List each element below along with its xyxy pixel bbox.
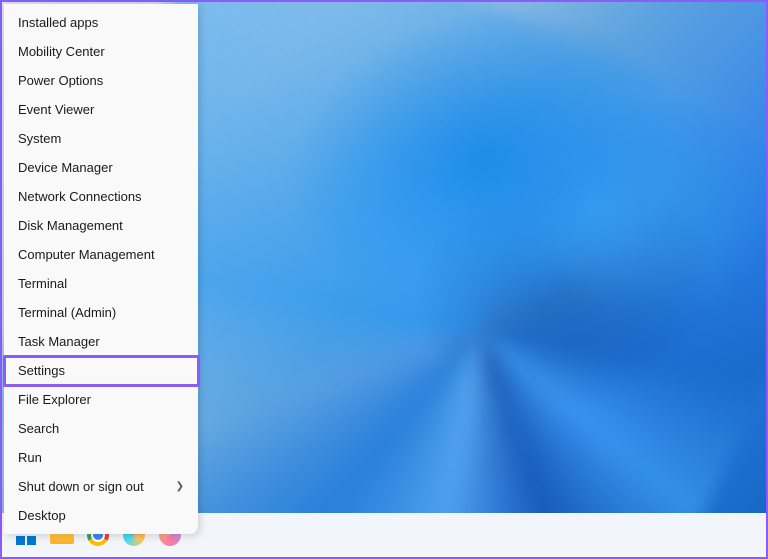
menu-item-file-explorer[interactable]: File Explorer: [4, 385, 198, 414]
menu-item-power-options[interactable]: Power Options: [4, 66, 198, 95]
menu-item-label: Run: [18, 450, 42, 465]
menu-item-event-viewer[interactable]: Event Viewer: [4, 95, 198, 124]
menu-item-label: File Explorer: [18, 392, 91, 407]
menu-item-computer-management[interactable]: Computer Management: [4, 240, 198, 269]
menu-item-label: Power Options: [18, 73, 103, 88]
menu-item-terminal[interactable]: Terminal: [4, 269, 198, 298]
menu-item-system[interactable]: System: [4, 124, 198, 153]
menu-item-mobility-center[interactable]: Mobility Center: [4, 37, 198, 66]
menu-item-terminal-admin[interactable]: Terminal (Admin): [4, 298, 198, 327]
menu-item-label: Computer Management: [18, 247, 155, 262]
menu-item-search[interactable]: Search: [4, 414, 198, 443]
menu-item-label: System: [18, 131, 61, 146]
menu-item-label: Event Viewer: [18, 102, 94, 117]
menu-item-label: Mobility Center: [18, 44, 105, 59]
menu-item-label: Network Connections: [18, 189, 142, 204]
menu-item-disk-management[interactable]: Disk Management: [4, 211, 198, 240]
menu-item-label: Desktop: [18, 508, 66, 523]
menu-item-label: Installed apps: [18, 15, 98, 30]
menu-item-device-manager[interactable]: Device Manager: [4, 153, 198, 182]
menu-item-network-connections[interactable]: Network Connections: [4, 182, 198, 211]
menu-item-label: Search: [18, 421, 59, 436]
winx-context-menu: Installed apps Mobility Center Power Opt…: [4, 4, 198, 534]
menu-item-label: Terminal (Admin): [18, 305, 116, 320]
menu-item-task-manager[interactable]: Task Manager: [4, 327, 198, 356]
menu-item-label: Terminal: [18, 276, 67, 291]
menu-item-label: Settings: [18, 363, 65, 378]
chevron-right-icon: ❯: [176, 481, 184, 492]
menu-item-run[interactable]: Run: [4, 443, 198, 472]
menu-item-settings[interactable]: Settings: [4, 356, 198, 385]
menu-item-label: Shut down or sign out: [18, 479, 144, 494]
menu-item-label: Device Manager: [18, 160, 113, 175]
menu-item-desktop[interactable]: Desktop: [4, 501, 198, 530]
menu-item-label: Disk Management: [18, 218, 123, 233]
menu-item-shut-down[interactable]: Shut down or sign out ❯: [4, 472, 198, 501]
menu-item-label: Task Manager: [18, 334, 100, 349]
menu-item-installed-apps[interactable]: Installed apps: [4, 8, 198, 37]
